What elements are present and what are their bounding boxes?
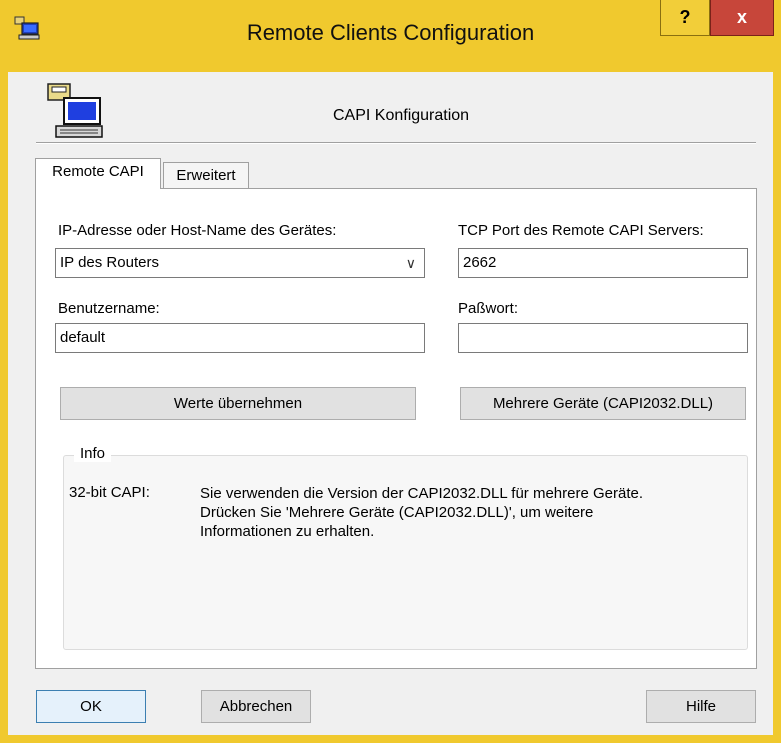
info-text: Sie verwenden die Version der CAPI2032.D… (200, 484, 740, 541)
capi-phone-computer-icon (47, 83, 103, 138)
host-label: IP-Adresse oder Host-Name des Gerätes: (58, 222, 337, 239)
info-group-title: Info (74, 445, 112, 462)
port-label: TCP Port des Remote CAPI Servers: (458, 222, 704, 239)
tab-remote-capi[interactable]: Remote CAPI (35, 158, 161, 189)
header-caption: CAPI Konfiguration (333, 107, 470, 124)
host-combobox[interactable]: IP des Routers ∨ (55, 248, 425, 278)
password-label: Paßwort: (458, 300, 519, 317)
close-button[interactable]: x (710, 0, 774, 36)
apply-values-button[interactable]: Werte übernehmen (60, 387, 416, 420)
password-input[interactable] (458, 323, 748, 353)
title-bar[interactable]: Remote Clients Configuration ? x (0, 0, 781, 72)
info-line-2: Drücken Sie 'Mehrere Geräte (CAPI2032.DL… (200, 504, 594, 521)
dialog-window: Remote Clients Configuration ? x CAPI Ko… (0, 0, 781, 743)
info-key-label: 32-bit CAPI: (69, 484, 150, 501)
host-value: IP des Routers (60, 254, 159, 271)
username-input[interactable]: default (55, 323, 425, 353)
username-label: Benutzername: (58, 300, 160, 317)
chevron-down-icon[interactable]: ∨ (406, 249, 416, 277)
help-title-button[interactable]: ? (660, 0, 710, 36)
help-button[interactable]: Hilfe (646, 690, 756, 723)
info-line-3: Informationen zu erhalten. (200, 523, 375, 540)
cancel-button[interactable]: Abbrechen (201, 690, 311, 723)
ok-button[interactable]: OK (36, 690, 146, 723)
info-group: Info 32-bit CAPI: Sie verwenden die Vers… (63, 445, 748, 650)
info-line-1: Sie verwenden die Version der CAPI2032.D… (200, 485, 644, 502)
multiple-devices-button[interactable]: Mehrere Geräte (CAPI2032.DLL) (460, 387, 746, 420)
tab-erweitert[interactable]: Erweitert (163, 162, 249, 190)
header-divider (36, 142, 756, 144)
dialog-body: CAPI Konfiguration Remote CAPI Erweitert… (8, 72, 773, 735)
port-input[interactable]: 2662 (458, 248, 748, 278)
